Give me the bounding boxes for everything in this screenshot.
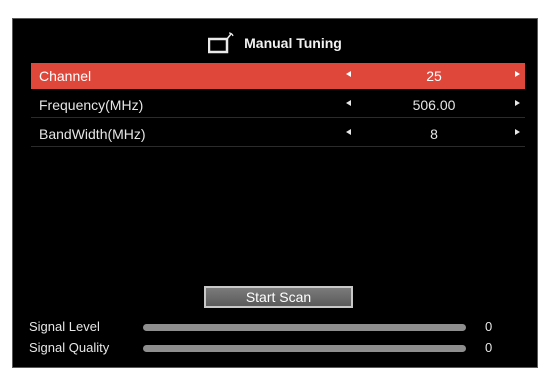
setting-row-channel[interactable]: Channel 25 — [31, 63, 525, 89]
increase-arrow-icon[interactable] — [515, 71, 520, 77]
signal-quality-bar — [143, 345, 466, 352]
signal-level-value: 0 — [485, 319, 493, 334]
setting-label: BandWidth(MHz) — [39, 126, 146, 142]
setting-row-frequency[interactable]: Frequency(MHz) 506.00 — [31, 92, 525, 118]
increase-arrow-icon[interactable] — [515, 129, 520, 135]
decrease-arrow-icon[interactable] — [346, 100, 351, 106]
setting-value: 506.00 — [412, 97, 456, 113]
decrease-arrow-icon[interactable] — [346, 129, 351, 135]
page-title: Manual Tuning — [244, 35, 342, 51]
top-cropped-strip — [0, 0, 546, 14]
start-scan-button[interactable]: Start Scan — [204, 286, 353, 308]
signal-quality-value: 0 — [485, 340, 493, 355]
signal-level-label: Signal Level — [29, 319, 100, 334]
row-divider — [31, 117, 525, 118]
tv-antenna-icon — [207, 32, 234, 54]
row-divider — [31, 146, 525, 147]
signal-quality-label: Signal Quality — [29, 340, 110, 355]
setting-label: Channel — [39, 68, 92, 84]
signal-level-bar — [143, 324, 466, 331]
setting-row-bandwidth[interactable]: BandWidth(MHz) 8 — [31, 121, 525, 147]
increase-arrow-icon[interactable] — [515, 100, 520, 106]
setting-value: 8 — [430, 126, 438, 142]
setting-label: Frequency(MHz) — [39, 97, 144, 113]
decrease-arrow-icon[interactable] — [346, 71, 351, 77]
setting-value: 25 — [426, 68, 442, 84]
manual-tuning-screen: Manual Tuning Channel 25 Frequency(MHz) … — [12, 18, 538, 368]
header: Manual Tuning — [13, 27, 537, 59]
